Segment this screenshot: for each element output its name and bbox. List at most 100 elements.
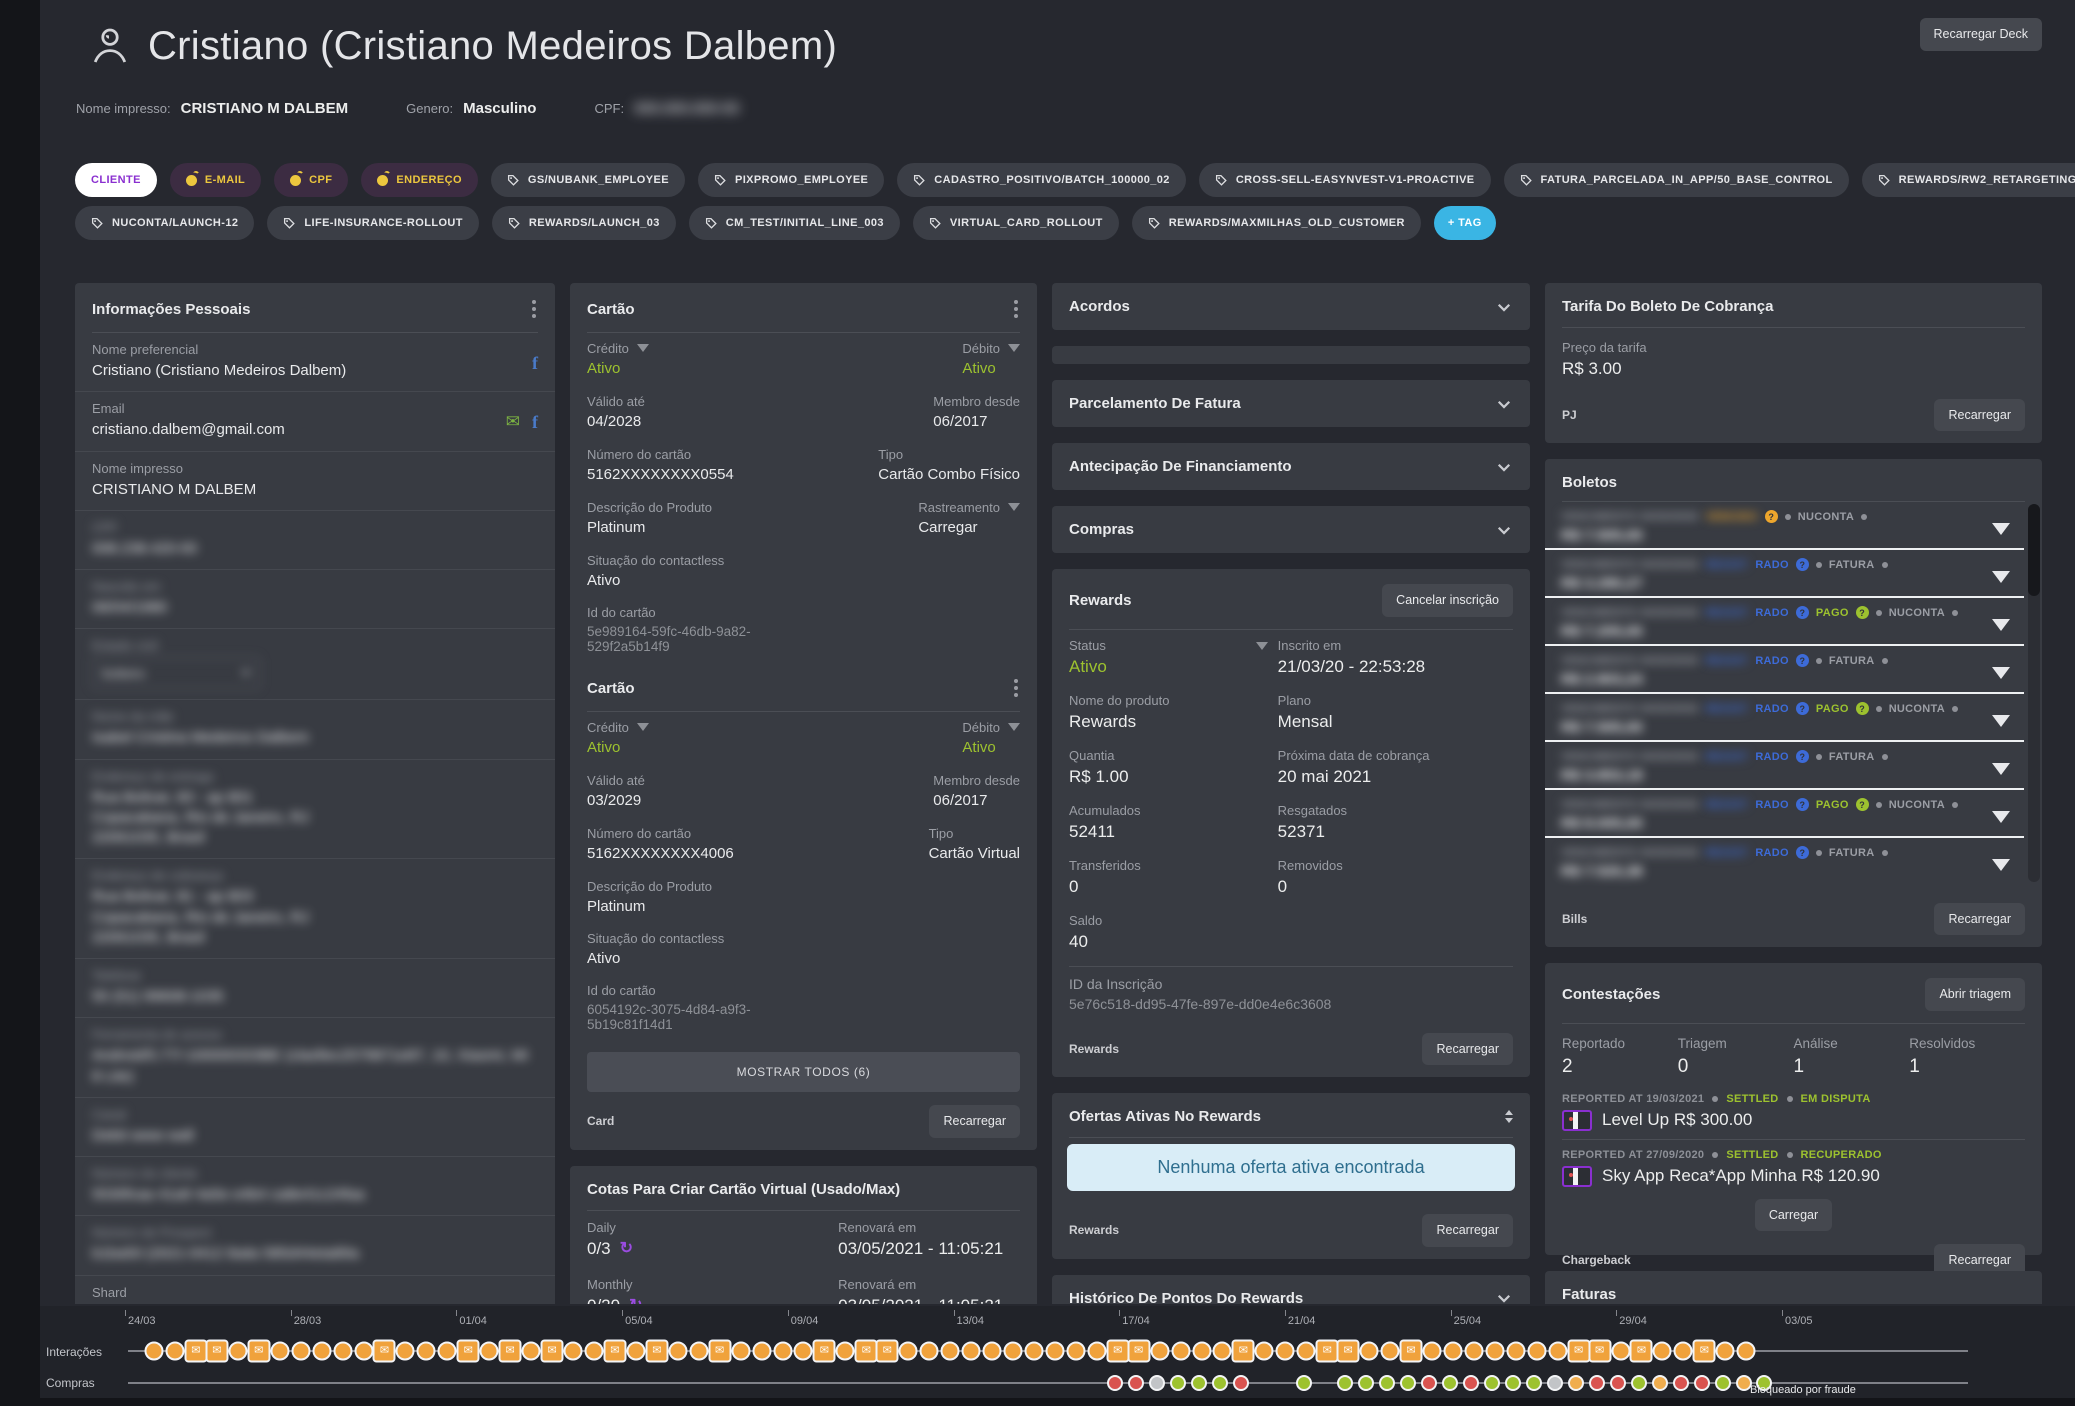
email-interaction-icon[interactable]: ✉ [205,1340,228,1363]
purchase-dot[interactable] [1610,1375,1626,1391]
accordion-acordos[interactable]: Acordos [1052,283,1530,330]
purchase-dot[interactable] [1673,1375,1689,1391]
email-interaction-icon[interactable]: ✉ [1106,1340,1129,1363]
purchase-dot[interactable] [1233,1375,1249,1391]
tag-chip[interactable]: ENDEREÇO [361,163,478,197]
tag-chip[interactable]: CLIENTE [75,163,157,197]
email-interaction-icon[interactable]: ✉ [603,1340,626,1363]
interaction-dot[interactable] [312,1342,331,1361]
tag-chip[interactable]: CROSS-SELL-EASYNVEST-V1-PROACTIVE [1199,163,1491,197]
purchase-dot[interactable] [1631,1375,1647,1391]
tag-chip[interactable]: LIFE-INSURANCE-ROLLOUT [267,206,479,240]
purchase-dot[interactable] [1400,1375,1416,1391]
purchase-dot[interactable] [1547,1375,1563,1391]
tag-chip[interactable]: FATURA_PARCELADA_IN_APP/50_BASE_CONTROL [1504,163,1849,197]
tag-chip[interactable]: E-MAIL [170,163,261,197]
offers-reload-button[interactable]: Recarregar [1422,1214,1513,1247]
interaction-dot[interactable] [1192,1342,1211,1361]
question-icon[interactable]: ? [1856,702,1869,715]
interaction-dot[interactable] [480,1342,499,1361]
boleto-row[interactable]: VENCIMENTO 00/00/0000REGISTRADO?PAGO?NUC… [1545,596,2024,644]
purchase-dot[interactable] [1358,1375,1374,1391]
purchase-dot[interactable] [1526,1375,1542,1391]
purchase-dot[interactable] [1568,1375,1584,1391]
interaction-dot[interactable] [689,1342,708,1361]
interaction-dot[interactable] [773,1342,792,1361]
dispute-item[interactable]: REPORTED AT 19/03/2021SETTLEDEM DISPUTAL… [1545,1084,2042,1139]
question-icon[interactable]: ? [1765,510,1778,523]
email-interaction-icon[interactable]: ✉ [184,1340,207,1363]
interaction-dot[interactable] [1548,1342,1567,1361]
accordion-antecipacao[interactable]: Antecipação De Financiamento [1052,443,1530,490]
purchase-dot[interactable] [1212,1375,1228,1391]
interaction-dot[interactable] [941,1342,960,1361]
interaction-dot[interactable] [920,1342,939,1361]
interaction-dot[interactable] [1150,1342,1169,1361]
question-icon[interactable]: ? [1796,558,1809,571]
interaction-dot[interactable] [1003,1342,1022,1361]
interaction-dot[interactable] [731,1342,750,1361]
tag-chip[interactable]: CM_TEST/INITIAL_LINE_003 [689,206,900,240]
email-interaction-icon[interactable]: ✉ [247,1340,270,1363]
interaction-dot[interactable] [1066,1342,1085,1361]
purchase-dot[interactable] [1191,1375,1207,1391]
purchase-dot[interactable] [1107,1375,1123,1391]
interaction-dot[interactable] [899,1342,918,1361]
interaction-dot[interactable] [983,1342,1002,1361]
interaction-dot[interactable] [1527,1342,1546,1361]
question-icon[interactable]: ? [1796,846,1809,859]
interaction-dot[interactable] [291,1342,310,1361]
open-triage-button[interactable]: Abrir triagem [1925,978,2025,1011]
scrollbar-track[interactable] [2028,504,2040,882]
kebab-menu-icon[interactable] [1012,677,1020,699]
purchase-dot[interactable] [1463,1375,1479,1391]
interaction-dot[interactable] [165,1342,184,1361]
interaction-dot[interactable] [1737,1342,1756,1361]
boletos-reload-button[interactable]: Recarregar [1934,903,2025,936]
refresh-icon[interactable]: ↻ [629,1298,642,1305]
purchase-dot[interactable] [1505,1375,1521,1391]
question-icon[interactable]: ? [1796,606,1809,619]
email-interaction-icon[interactable]: ✉ [645,1340,668,1363]
interaction-dot[interactable] [438,1342,457,1361]
purchase-dot[interactable] [1589,1375,1605,1391]
interaction-dot[interactable] [1213,1342,1232,1361]
boleto-row[interactable]: VENCIMENTO 00/00/0000REGISTRADO?FATURAR$… [1545,644,2024,692]
interaction-dot[interactable] [417,1342,436,1361]
add-tag-button[interactable]: + TAG [1434,206,1496,240]
sort-icon[interactable] [1505,1110,1513,1123]
interaction-dot[interactable] [354,1342,373,1361]
interaction-dot[interactable] [145,1342,164,1361]
question-icon[interactable]: ? [1796,654,1809,667]
question-icon[interactable]: ? [1796,798,1809,811]
interaction-dot[interactable] [1255,1342,1274,1361]
boleto-row[interactable]: VENCIMENTO 00/00/0000REGISTRADO?FATURAR$… [1545,836,2024,884]
interaction-dot[interactable] [522,1342,541,1361]
cancel-subscription-button[interactable]: Cancelar inscrição [1382,584,1513,617]
triangle-down-icon[interactable] [1008,344,1020,352]
email-interaction-icon[interactable]: ✉ [1127,1340,1150,1363]
expand-chevron-icon[interactable] [1992,811,2010,823]
interaction-dot[interactable] [1171,1342,1190,1361]
interaction-dot[interactable] [333,1342,352,1361]
email-interaction-icon[interactable]: ✉ [373,1340,396,1363]
expand-chevron-icon[interactable] [1992,571,2010,583]
interaction-dot[interactable] [1087,1342,1106,1361]
expand-chevron-icon[interactable] [1992,763,2010,775]
email-interaction-icon[interactable]: ✉ [1588,1340,1611,1363]
question-icon[interactable]: ? [1856,606,1869,619]
expand-chevron-icon[interactable] [1992,715,2010,727]
tag-chip[interactable]: REWARDS/LAUNCH_03 [492,206,676,240]
purchase-dot[interactable] [1296,1375,1312,1391]
boleto-row[interactable]: VENCIMENTO 00/00/0000REGISTRADO?FATURAR$… [1545,548,2024,596]
interaction-dot[interactable] [1443,1342,1462,1361]
email-interaction-icon[interactable]: ✉ [1337,1340,1360,1363]
email-interaction-icon[interactable]: ✉ [1232,1340,1255,1363]
email-interaction-icon[interactable]: ✉ [499,1340,522,1363]
purchase-dot[interactable] [1694,1375,1710,1391]
kebab-menu-icon[interactable] [1012,298,1020,320]
email-interaction-icon[interactable]: ✉ [813,1340,836,1363]
tag-chip[interactable]: VIRTUAL_CARD_ROLLOUT [913,206,1119,240]
expand-chevron-icon[interactable] [1992,859,2010,871]
interaction-dot[interactable] [836,1342,855,1361]
